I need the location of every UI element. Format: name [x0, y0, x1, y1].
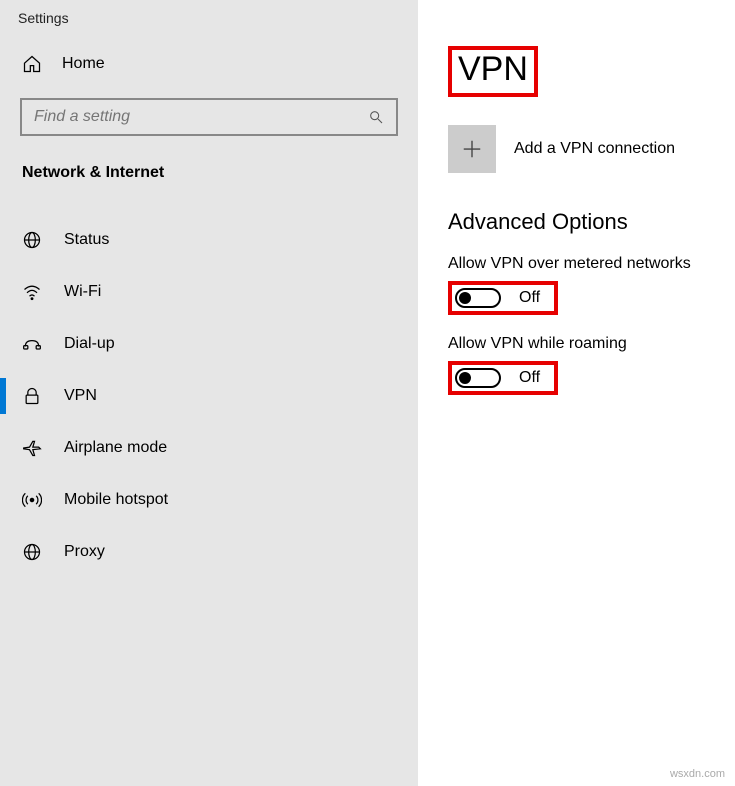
add-vpn-label: Add a VPN connection [514, 140, 675, 158]
globe-icon [22, 230, 42, 250]
toggle-metered-state: Off [519, 289, 540, 307]
category-header: Network & Internet [0, 154, 418, 196]
home-label: Home [62, 55, 105, 73]
sidebar-item-label: Proxy [64, 543, 105, 561]
add-icon-box [448, 125, 496, 173]
airplane-icon [22, 438, 42, 458]
sidebar-item-status[interactable]: Status [0, 214, 418, 266]
hotspot-icon [22, 490, 42, 510]
highlight-box-roaming: Off [448, 361, 558, 395]
proxy-icon [22, 542, 42, 562]
watermark: wsxdn.com [670, 768, 725, 780]
sidebar-item-airplane[interactable]: Airplane mode [0, 422, 418, 474]
toggle-roaming-state: Off [519, 369, 540, 387]
sidebar-item-proxy[interactable]: Proxy [0, 526, 418, 578]
home-icon [22, 54, 42, 74]
toggle-knob [459, 372, 471, 384]
highlight-box-metered: Off [448, 281, 558, 315]
sidebar-item-dialup[interactable]: Dial-up [0, 318, 418, 370]
option-metered: Allow VPN over metered networks Off [448, 255, 705, 315]
sidebar-item-hotspot[interactable]: Mobile hotspot [0, 474, 418, 526]
option-roaming: Allow VPN while roaming Off [448, 335, 705, 395]
option-metered-label: Allow VPN over metered networks [448, 255, 705, 273]
highlight-box-title: VPN [448, 46, 538, 97]
settings-sidebar: Settings Home Network & Internet Status … [0, 0, 418, 786]
home-nav[interactable]: Home [0, 44, 418, 84]
page-title: VPN [458, 50, 528, 89]
plus-icon [461, 138, 483, 160]
sidebar-item-vpn[interactable]: VPN [0, 370, 418, 422]
sidebar-item-label: Mobile hotspot [64, 491, 168, 509]
option-roaming-label: Allow VPN while roaming [448, 335, 705, 353]
sidebar-item-label: Dial-up [64, 335, 115, 353]
sidebar-item-label: Status [64, 231, 109, 249]
sidebar-item-label: Airplane mode [64, 439, 167, 457]
toggle-roaming[interactable] [455, 368, 501, 388]
sidebar-item-label: Wi-Fi [64, 283, 101, 301]
dialup-icon [22, 334, 42, 354]
vpn-icon [22, 386, 42, 406]
toggle-metered[interactable] [455, 288, 501, 308]
wifi-icon [22, 282, 42, 302]
search-box[interactable] [20, 98, 398, 136]
sidebar-item-wifi[interactable]: Wi-Fi [0, 266, 418, 318]
search-input[interactable] [34, 108, 368, 126]
search-icon [368, 109, 384, 125]
add-vpn-connection[interactable]: Add a VPN connection [448, 125, 705, 173]
main-content: VPN Add a VPN connection Advanced Option… [418, 0, 735, 786]
sidebar-item-label: VPN [64, 387, 97, 405]
advanced-options-title: Advanced Options [448, 209, 705, 235]
toggle-knob [459, 292, 471, 304]
app-title: Settings [0, 0, 418, 44]
sidebar-nav: Status Wi-Fi Dial-up VPN Airplane mode M… [0, 214, 418, 578]
